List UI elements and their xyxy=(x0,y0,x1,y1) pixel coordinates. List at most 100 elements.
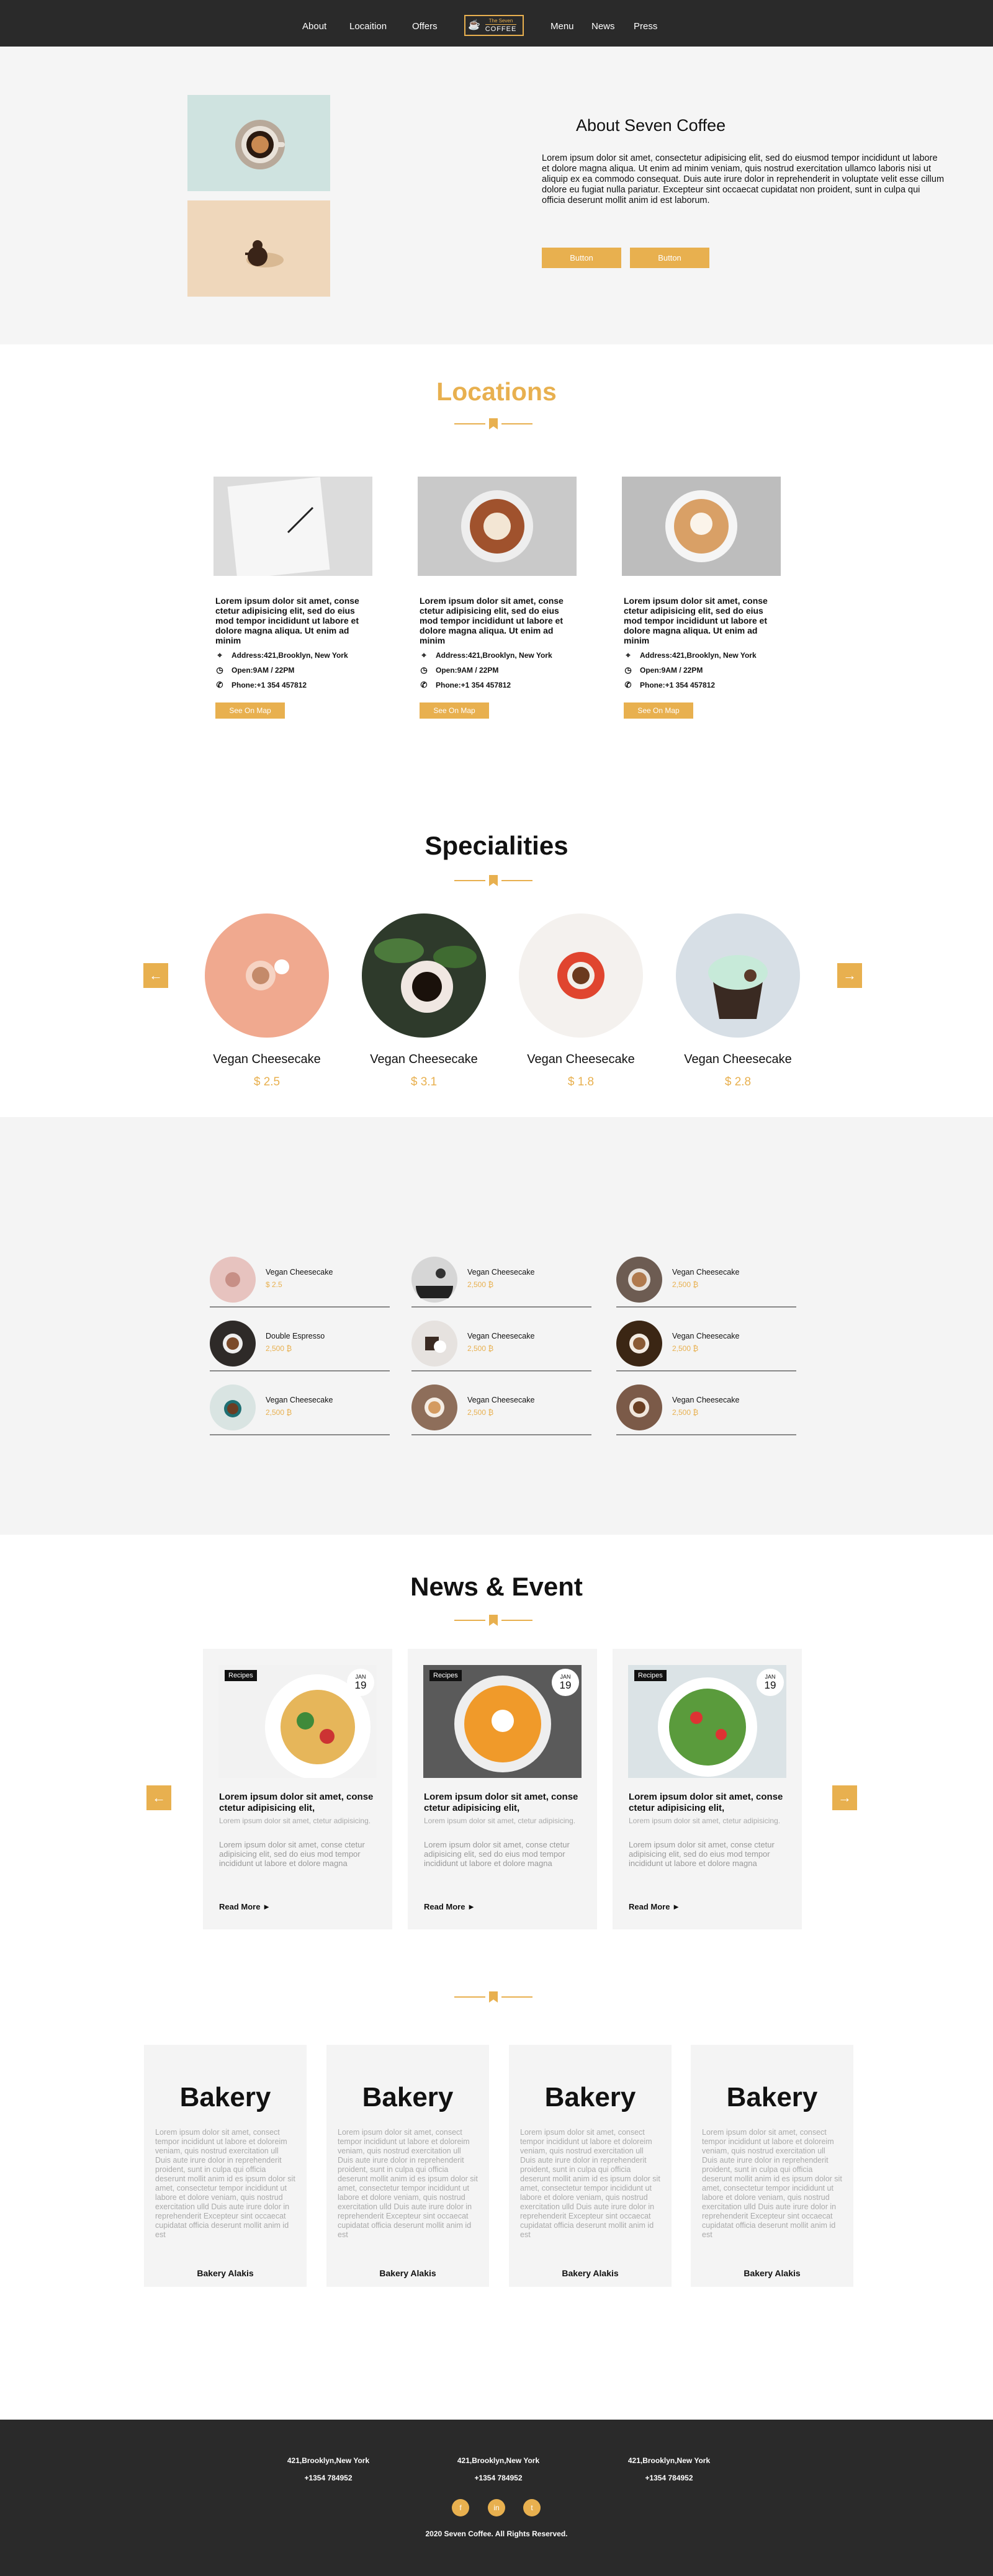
news-category-tag[interactable]: Recipes xyxy=(429,1670,462,1681)
speciality-price: $ 2.5 xyxy=(253,1075,281,1088)
footer-contact: 421,Brooklyn,New York +1354 784952 xyxy=(436,2452,560,2487)
bakery-text: Lorem ipsum dolor sit amet, consect temp… xyxy=(338,2128,478,2239)
news-next-arrow-icon[interactable]: → xyxy=(832,1785,857,1810)
clock-icon: ◷ xyxy=(420,665,428,675)
about-text: Lorem ipsum dolor sit amet, consectetur … xyxy=(542,153,945,205)
brand-logo[interactable]: ☕ The Seven COFFEE xyxy=(464,15,524,36)
map-pin-icon: ⌖ xyxy=(626,650,631,660)
read-more-link[interactable]: Read More ► xyxy=(219,1902,271,1911)
footer-contact: 421,Brooklyn,New York +1354 784952 xyxy=(266,2452,390,2487)
speciality-image xyxy=(205,913,329,1038)
nav-link-location[interactable]: Locaition xyxy=(349,21,387,32)
bakery-author: Bakery Alakis xyxy=(379,2268,436,2278)
menu-item[interactable]: Vegan Cheesecake $ 2.5 xyxy=(210,1257,390,1308)
bakery-author: Bakery Alakis xyxy=(197,2268,254,2278)
menu-item-image xyxy=(616,1257,662,1303)
bakery-title: Bakery xyxy=(544,2082,636,2112)
menu-item[interactable]: Double Espresso 2,500 ₿ xyxy=(210,1321,390,1371)
bookmark-icon xyxy=(489,418,498,429)
news-body: Lorem ipsum dolor sit amet, conse ctetur… xyxy=(629,1840,775,1868)
nav-link-press[interactable]: Press xyxy=(634,21,657,32)
menu-item-price: 2,500 ₿ xyxy=(467,1280,494,1289)
speciality-item[interactable]: Vegan Cheesecake $ 2.5 xyxy=(205,913,329,1089)
menu-item-image xyxy=(210,1257,256,1303)
specialities-next-arrow-icon[interactable]: → xyxy=(837,963,862,988)
bakery-text: Lorem ipsum dolor sit amet, consect temp… xyxy=(155,2128,295,2239)
news-date-badge: JAN 19 xyxy=(552,1669,579,1696)
bakery-title: Bakery xyxy=(362,2082,454,2112)
menu-item-image xyxy=(411,1321,457,1367)
nav-link-offers[interactable]: Offers xyxy=(412,21,438,32)
menu-item-price: $ 2.5 xyxy=(266,1280,282,1289)
menu-item[interactable]: Vegan Cheesecake 2,500 ₿ xyxy=(411,1257,591,1308)
news-heading[interactable]: Lorem ipsum dolor sit amet, conse ctetur… xyxy=(629,1792,793,1814)
speciality-item[interactable]: Vegan Cheesecake $ 3.1 xyxy=(362,913,486,1089)
menu-item[interactable]: Vegan Cheesecake 2,500 ₿ xyxy=(411,1321,591,1371)
nav-link-about[interactable]: About xyxy=(302,21,326,32)
menu-item-name: Vegan Cheesecake xyxy=(266,1268,333,1277)
location-address: Address:421,Brooklyn, New York xyxy=(231,651,348,660)
clock-icon: ◷ xyxy=(216,665,223,675)
copyright-text: 2020 Seven Coffee. All Rights Reserved. xyxy=(425,2529,568,2538)
location-card: Lorem ipsum dolor sit amet, conse ctetur… xyxy=(418,477,577,719)
menu-item[interactable]: Vegan Cheesecake 2,500 ₿ xyxy=(411,1384,591,1435)
menu-item-image xyxy=(411,1257,457,1303)
speciality-name: Vegan Cheesecake xyxy=(527,1052,635,1066)
about-button-2[interactable]: Button xyxy=(630,248,709,268)
menu-item-image xyxy=(210,1321,256,1367)
news-body: Lorem ipsum dolor sit amet, conse ctetur… xyxy=(424,1840,570,1868)
nav-link-menu[interactable]: Menu xyxy=(550,21,574,32)
location-hours: Open:9AM / 22PM xyxy=(436,666,499,675)
menu-item-price: 2,500 ₿ xyxy=(467,1408,494,1417)
menu-item-image xyxy=(210,1384,256,1430)
bookmark-icon xyxy=(489,1615,498,1626)
bakery-card: Bakery Lorem ipsum dolor sit amet, conse… xyxy=(326,2045,489,2287)
menu-item[interactable]: Vegan Cheesecake 2,500 ₿ xyxy=(616,1321,796,1371)
section-ornament xyxy=(454,1991,532,2003)
speciality-item[interactable]: Vegan Cheesecake $ 2.8 xyxy=(676,913,800,1089)
locations-title: Locations xyxy=(436,377,557,406)
map-pin-icon: ⌖ xyxy=(217,650,222,660)
facebook-icon[interactable]: f xyxy=(452,2499,469,2516)
bakery-card: Bakery Lorem ipsum dolor sit amet, conse… xyxy=(691,2045,853,2287)
read-more-link[interactable]: Read More ► xyxy=(424,1902,475,1911)
specialities-prev-arrow-icon[interactable]: ← xyxy=(143,963,168,988)
location-description: Lorem ipsum dolor sit amet, conse ctetur… xyxy=(215,596,359,645)
bakery-author: Bakery Alakis xyxy=(744,2268,801,2278)
footer-contact: 421,Brooklyn,New York +1354 784952 xyxy=(607,2452,731,2487)
read-more-link[interactable]: Read More ► xyxy=(629,1902,680,1911)
footer-phone: +1354 784952 xyxy=(474,2474,523,2482)
menu-item[interactable]: Vegan Cheesecake 2,500 ₿ xyxy=(616,1384,796,1435)
menu-item[interactable]: Vegan Cheesecake 2,500 ₿ xyxy=(210,1384,390,1435)
location-photo-latte-art xyxy=(418,477,577,576)
section-ornament xyxy=(454,418,532,429)
see-on-map-button[interactable]: See On Map xyxy=(215,702,285,719)
news-heading[interactable]: Lorem ipsum dolor sit amet, conse ctetur… xyxy=(424,1792,588,1814)
news-date-day: 19 xyxy=(354,1679,367,1691)
phone-icon: ✆ xyxy=(420,680,428,689)
nav-link-news[interactable]: News xyxy=(591,21,615,32)
news-date-badge: JAN 19 xyxy=(757,1669,784,1696)
location-phone: Phone:+1 354 457812 xyxy=(231,681,307,689)
twitter-icon[interactable]: t xyxy=(523,2499,541,2516)
news-heading[interactable]: Lorem ipsum dolor sit amet, conse ctetur… xyxy=(219,1792,384,1814)
about-button-1[interactable]: Button xyxy=(542,248,621,268)
linkedin-icon[interactable]: in xyxy=(488,2499,505,2516)
menu-item-price: 2,500 ₿ xyxy=(672,1408,699,1417)
location-address: Address:421,Brooklyn, New York xyxy=(436,651,552,660)
news-category-tag[interactable]: Recipes xyxy=(634,1670,667,1681)
menu-item-name: Vegan Cheesecake xyxy=(672,1332,740,1340)
location-card: Lorem ipsum dolor sit amet, conse ctetur… xyxy=(213,477,372,719)
menu-item-price: 2,500 ₿ xyxy=(467,1344,494,1353)
see-on-map-button[interactable]: See On Map xyxy=(624,702,693,719)
see-on-map-button[interactable]: See On Map xyxy=(420,702,489,719)
menu-item-name: Vegan Cheesecake xyxy=(467,1396,535,1404)
speciality-item[interactable]: Vegan Cheesecake $ 1.8 xyxy=(519,913,643,1089)
news-subheading: Lorem ipsum dolor sit amet, ctetur adipi… xyxy=(424,1816,576,1825)
about-image-coffee-cup xyxy=(187,95,330,191)
menu-item[interactable]: Vegan Cheesecake 2,500 ₿ xyxy=(616,1257,796,1308)
news-section: News & Event ← → Recipes JAN 19 Lorem ips… xyxy=(0,1535,993,1977)
menu-item-image xyxy=(616,1384,662,1430)
news-prev-arrow-icon[interactable]: ← xyxy=(146,1785,171,1810)
news-category-tag[interactable]: Recipes xyxy=(225,1670,257,1681)
